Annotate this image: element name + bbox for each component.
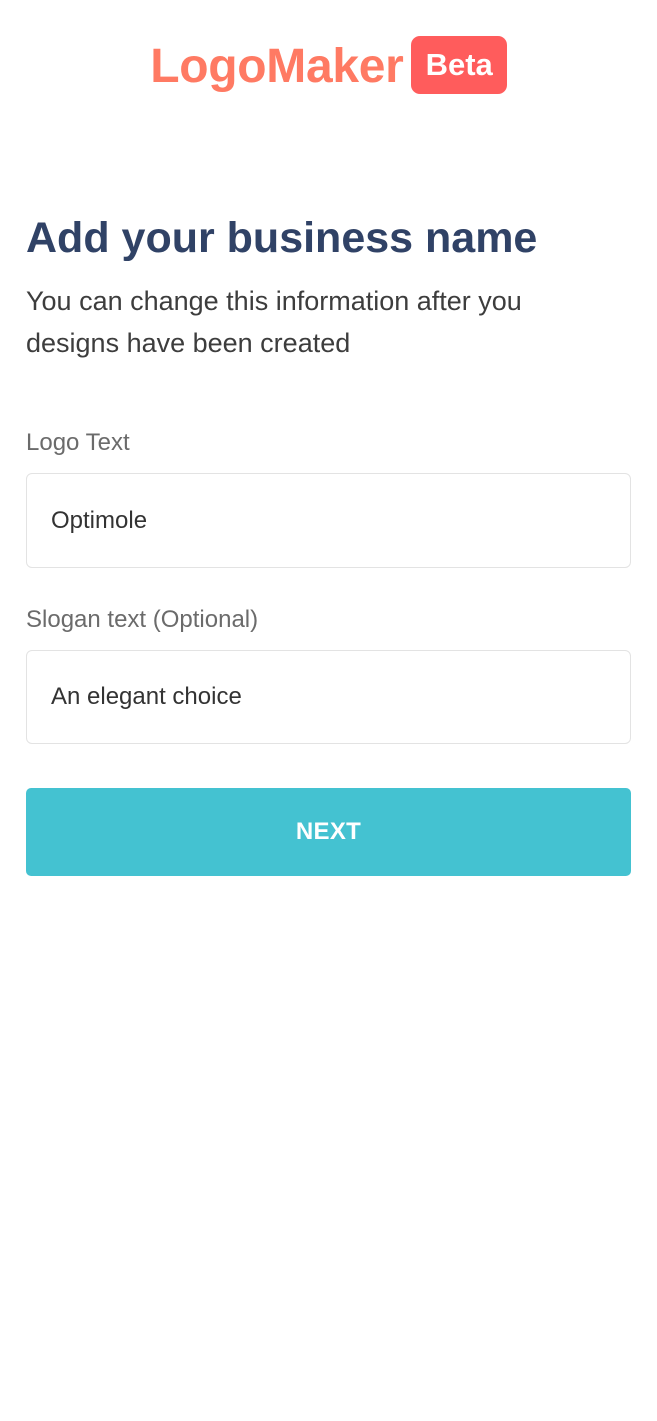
brand-name: LogoMaker	[150, 40, 404, 93]
next-button[interactable]: NEXT	[26, 788, 631, 876]
app-header: LogoMaker Beta	[0, 36, 657, 98]
brand-logo[interactable]: LogoMaker Beta	[150, 36, 507, 97]
page-subtitle: You can change this information after yo…	[26, 286, 522, 358]
slogan-text-label: Slogan text (Optional)	[26, 606, 259, 633]
page-title: Add your business name	[26, 214, 538, 262]
logo-text-label: Logo Text	[26, 429, 130, 456]
slogan-text-input[interactable]	[26, 650, 631, 744]
beta-badge: Beta	[410, 36, 507, 94]
logo-text-input[interactable]	[26, 473, 631, 568]
